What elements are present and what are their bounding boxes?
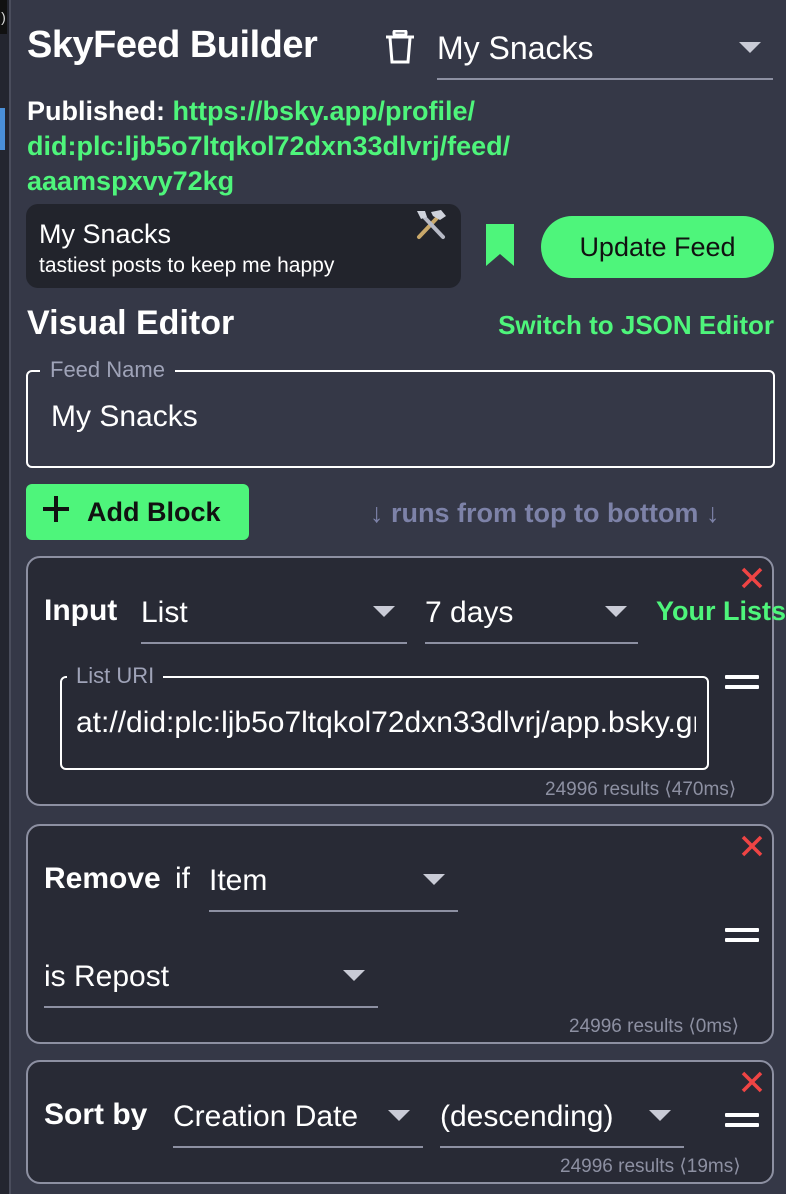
drag-handle-icon[interactable]: [725, 675, 759, 691]
published-url-line1[interactable]: https://bsky.app/profile/: [173, 96, 476, 126]
input-period-value: 7 days: [425, 596, 514, 629]
close-icon[interactable]: [740, 1070, 764, 1094]
plus-icon: [43, 496, 69, 522]
feed-name-value[interactable]: My Snacks: [51, 400, 198, 434]
runs-note: ↓ runs from top to bottom ↓: [370, 498, 720, 528]
switch-json-editor-link[interactable]: Switch to JSON Editor: [498, 310, 774, 341]
close-icon[interactable]: [740, 834, 764, 858]
published-label: Published:: [27, 96, 166, 126]
tools-icon[interactable]: [413, 207, 449, 241]
remove-condition-value: is Repost: [44, 960, 170, 993]
add-block-label: Add Block: [87, 497, 221, 527]
feed-name-label: Feed Name: [40, 357, 175, 383]
chevron-down-icon: [343, 970, 365, 981]
remove-result-stat: 24996 results ⟨0ms⟩: [569, 1016, 740, 1037]
remove-subject-select[interactable]: Item: [209, 856, 458, 912]
input-source-select[interactable]: List: [141, 588, 407, 644]
sidebar-active-tab[interactable]: [0, 108, 5, 150]
chevron-down-icon: [605, 606, 627, 617]
visual-editor-title: Visual Editor: [27, 304, 235, 342]
chevron-down-icon: [649, 1110, 671, 1121]
remove-condition-select[interactable]: is Repost: [44, 952, 378, 1008]
drag-handle-icon[interactable]: [725, 928, 759, 944]
chevron-down-icon: [423, 874, 445, 885]
drag-handle-icon[interactable]: [725, 1113, 759, 1129]
published-url-line3[interactable]: aaamspxvy72kg: [27, 166, 234, 196]
chevron-down-icon: [388, 1110, 410, 1121]
update-feed-button[interactable]: Update Feed: [541, 216, 774, 278]
published-info: Published: https://bsky.app/profile/ did…: [27, 94, 727, 199]
remove-subject-value: Item: [209, 864, 268, 897]
remove-connector: if: [175, 862, 190, 895]
published-url-line2[interactable]: did:plc:ljb5o7ltqkol72dxn33dlvrj/feed/: [27, 131, 510, 161]
feed-select[interactable]: My Snacks: [437, 20, 773, 80]
sort-order-select[interactable]: (descending): [440, 1092, 684, 1148]
sort-order-value: (descending): [440, 1100, 614, 1133]
chevron-down-icon: [373, 606, 395, 617]
add-block-button[interactable]: Add Block: [26, 484, 249, 540]
sort-result-stat: 24996 results ⟨19ms⟩: [560, 1156, 741, 1177]
sort-block-label: Sort by: [44, 1098, 148, 1131]
sidebar-divider: [9, 0, 11, 1194]
input-period-select[interactable]: 7 days: [425, 588, 638, 644]
feed-card-name: My Snacks: [39, 219, 172, 249]
feed-card-description: tastiest posts to keep me happy: [39, 254, 335, 277]
feed-card[interactable]: My Snacks tastiest posts to keep me happ…: [26, 204, 461, 288]
app-sidebar-strip: ): [0, 0, 9, 1194]
bookmark-icon[interactable]: [484, 224, 516, 266]
remove-block-label: Remove: [44, 862, 161, 895]
sort-field-select[interactable]: Creation Date: [173, 1092, 423, 1148]
input-result-stat: 24996 results ⟨470ms⟩: [545, 779, 737, 800]
input-source-value: List: [141, 596, 188, 629]
trash-icon[interactable]: [385, 30, 415, 64]
sort-field-value: Creation Date: [173, 1100, 359, 1133]
input-block-label: Input: [44, 594, 118, 627]
close-icon[interactable]: [740, 566, 764, 590]
chevron-down-icon: [739, 42, 761, 53]
app-title: SkyFeed Builder: [27, 24, 318, 66]
feed-select-value: My Snacks: [437, 30, 594, 66]
your-lists-link[interactable]: Your Lists: [656, 596, 786, 627]
list-uri-value[interactable]: at://did:plc:ljb5o7ltqkol72dxn33dlvrj/ap…: [76, 706, 696, 740]
list-uri-label: List URI: [67, 663, 164, 689]
sidebar-mark: ): [0, 0, 7, 34]
